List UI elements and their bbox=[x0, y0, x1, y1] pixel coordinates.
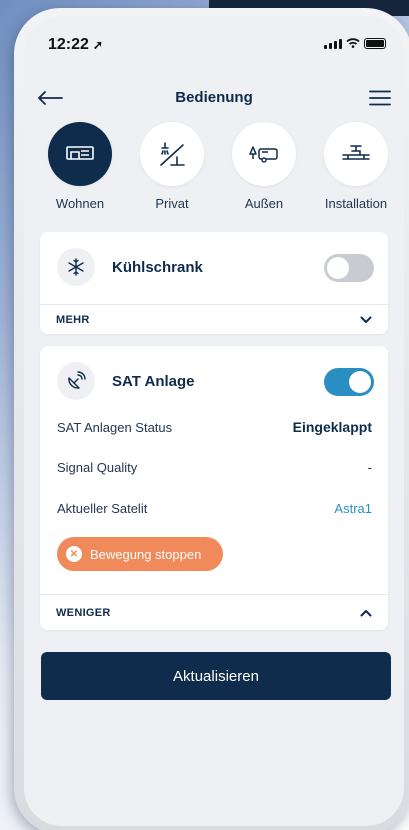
toggle-knob bbox=[349, 371, 371, 393]
device-name: SAT Anlage bbox=[112, 373, 195, 390]
tab-aussen[interactable]: Außen bbox=[222, 122, 306, 214]
chevron-up-icon bbox=[360, 604, 372, 622]
location-arrow-icon: ➚ bbox=[92, 38, 103, 52]
less-label: WENIGER bbox=[56, 606, 111, 619]
tab-privat[interactable]: Privat bbox=[130, 122, 214, 214]
device-header: Kühlschrank bbox=[40, 232, 388, 304]
battery-icon bbox=[364, 38, 386, 49]
sat-power-toggle[interactable] bbox=[324, 368, 374, 396]
signal-quality-row: Signal Quality - bbox=[57, 456, 372, 478]
satellite-link[interactable]: Astra1 bbox=[334, 501, 372, 516]
snowflake-icon bbox=[57, 248, 95, 286]
phone-frame: 12:22 ➚ Bedienung Wohnen Privat Außen In… bbox=[14, 8, 409, 830]
tab-label: Außen bbox=[244, 196, 284, 211]
close-icon: ✕ bbox=[66, 546, 82, 562]
update-button[interactable]: Aktualisieren bbox=[41, 652, 391, 700]
shower-icon bbox=[140, 122, 204, 186]
wifi-icon bbox=[346, 38, 360, 49]
tab-installation[interactable]: Installation bbox=[314, 122, 398, 214]
installation-pipe-icon bbox=[324, 122, 388, 186]
stop-movement-button[interactable]: ✕ Bewegung stoppen bbox=[57, 537, 223, 571]
more-label: MEHR bbox=[56, 313, 90, 326]
device-name: Kühlschrank bbox=[112, 259, 203, 276]
fridge-power-toggle[interactable] bbox=[324, 254, 374, 282]
tab-label: Installation bbox=[324, 196, 388, 211]
cellular-signal-icon bbox=[324, 38, 342, 49]
hamburger-menu-icon[interactable] bbox=[366, 84, 394, 112]
row-value: Eingeklappt bbox=[292, 419, 372, 435]
device-card-fridge: Kühlschrank MEHR bbox=[40, 232, 388, 334]
row-value: - bbox=[367, 459, 372, 475]
tab-label: Privat bbox=[155, 196, 189, 211]
status-bar: 12:22 ➚ bbox=[24, 16, 404, 64]
outdoor-camper-icon bbox=[232, 122, 296, 186]
update-button-label: Aktualisieren bbox=[173, 667, 259, 685]
satellite-dish-icon bbox=[57, 362, 95, 400]
tab-wohnen[interactable]: Wohnen bbox=[38, 122, 122, 214]
app-screen: 12:22 ➚ Bedienung Wohnen Privat Außen In… bbox=[24, 16, 404, 826]
more-expander[interactable]: MEHR bbox=[40, 304, 388, 334]
toggle-knob bbox=[327, 257, 349, 279]
row-label: Aktueller Satelit bbox=[57, 500, 148, 516]
nav-header: Bedienung bbox=[24, 80, 404, 116]
stop-button-label: Bewegung stoppen bbox=[90, 546, 202, 562]
status-icons bbox=[324, 38, 386, 49]
status-time: 12:22 ➚ bbox=[48, 36, 103, 54]
category-tabs: Wohnen Privat Außen Installation bbox=[38, 122, 398, 214]
page-title: Bedienung bbox=[175, 89, 253, 106]
row-label: Signal Quality bbox=[57, 459, 138, 475]
device-header: SAT Anlage bbox=[40, 346, 388, 418]
device-card-sat: SAT Anlage SAT Anlagen Status Eingeklapp… bbox=[40, 346, 388, 630]
chevron-down-icon bbox=[360, 311, 372, 329]
current-satellite-row: Aktueller Satelit Astra1 bbox=[57, 497, 372, 519]
less-expander[interactable]: WENIGER bbox=[40, 594, 388, 630]
row-label: SAT Anlagen Status bbox=[57, 419, 173, 435]
sat-status-row: SAT Anlagen Status Eingeklappt bbox=[57, 416, 372, 438]
status-time-text: 12:22 bbox=[48, 36, 89, 53]
living-room-icon bbox=[48, 122, 112, 186]
tab-label: Wohnen bbox=[55, 196, 105, 211]
